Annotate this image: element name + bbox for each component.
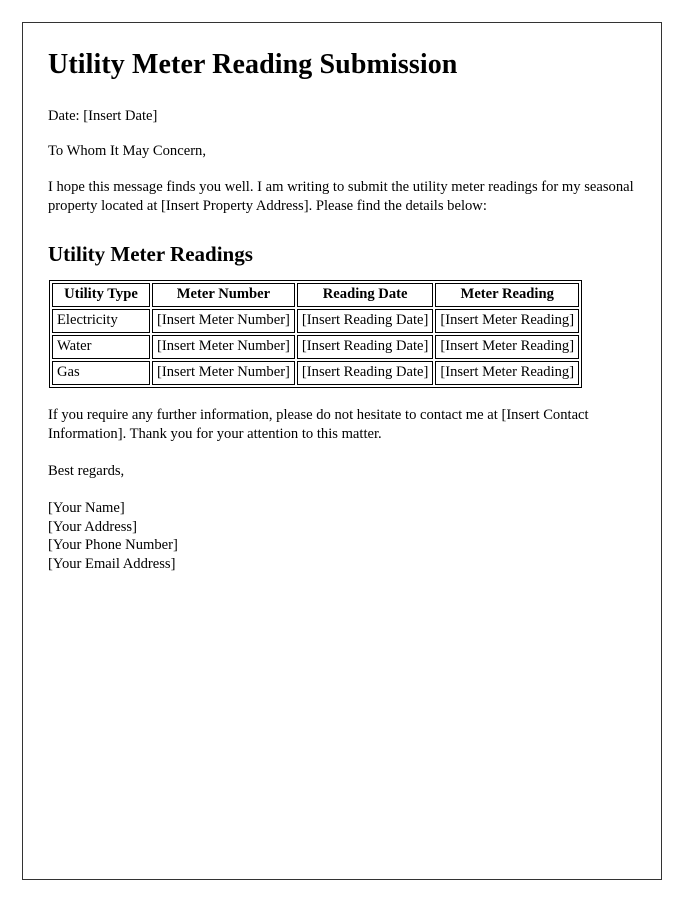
cell-reading-date: [Insert Reading Date]: [296, 335, 434, 360]
section-heading-utility-meter-readings: Utility Meter Readings: [48, 242, 253, 267]
table-header: Utility Type Meter Number Reading Date M…: [52, 283, 580, 308]
cell-meter-number: [Insert Meter Number]: [152, 361, 295, 386]
document-page: Utility Meter Reading Submission Date: […: [22, 22, 662, 880]
column-header-utility-type: Utility Type: [52, 283, 150, 308]
cell-utility-type: Gas: [52, 361, 150, 386]
cell-meter-reading: [Insert Meter Reading]: [435, 335, 580, 360]
closing-paragraph: If you require any further information, …: [48, 407, 589, 443]
intro-paragraph: I hope this message finds you well. I am…: [48, 178, 634, 214]
table-body: Electricity [Insert Meter Number] [Inser…: [52, 309, 580, 386]
salutation: To Whom It May Concern,: [48, 143, 206, 160]
signature-block: [Your Name] [Your Address] [Your Phone N…: [48, 499, 637, 574]
cell-reading-date: [Insert Reading Date]: [296, 361, 434, 386]
column-header-reading-date: Reading Date: [296, 283, 434, 308]
table-row: Electricity [Insert Meter Number] [Inser…: [52, 309, 580, 334]
cell-utility-type: Water: [52, 335, 150, 360]
column-header-meter-reading: Meter Reading: [435, 283, 580, 308]
cell-meter-number: [Insert Meter Number]: [152, 335, 295, 360]
utility-readings-table: Utility Type Meter Number Reading Date M…: [49, 280, 583, 389]
signature-address: [Your Address]: [48, 518, 137, 535]
signature-name: [Your Name]: [48, 499, 125, 516]
table-row: Water [Insert Meter Number] [Insert Read…: [52, 335, 580, 360]
page-title: Utility Meter Reading Submission: [48, 49, 458, 80]
table-header-row: Utility Type Meter Number Reading Date M…: [52, 283, 580, 308]
signature-phone: [Your Phone Number]: [48, 537, 178, 554]
table-row: Gas [Insert Meter Number] [Insert Readin…: [52, 361, 580, 386]
cell-utility-type: Electricity: [52, 309, 150, 334]
signature-email: [Your Email Address]: [48, 555, 176, 572]
cell-meter-number: [Insert Meter Number]: [152, 309, 295, 334]
cell-meter-reading: [Insert Meter Reading]: [435, 309, 580, 334]
cell-reading-date: [Insert Reading Date]: [296, 309, 434, 334]
column-header-meter-number: Meter Number: [152, 283, 295, 308]
signoff-line: Best regards,: [48, 462, 125, 479]
document-content: Utility Meter Reading Submission Date: […: [23, 23, 661, 574]
cell-meter-reading: [Insert Meter Reading]: [435, 361, 580, 386]
date-line: Date: [Insert Date]: [48, 108, 158, 125]
